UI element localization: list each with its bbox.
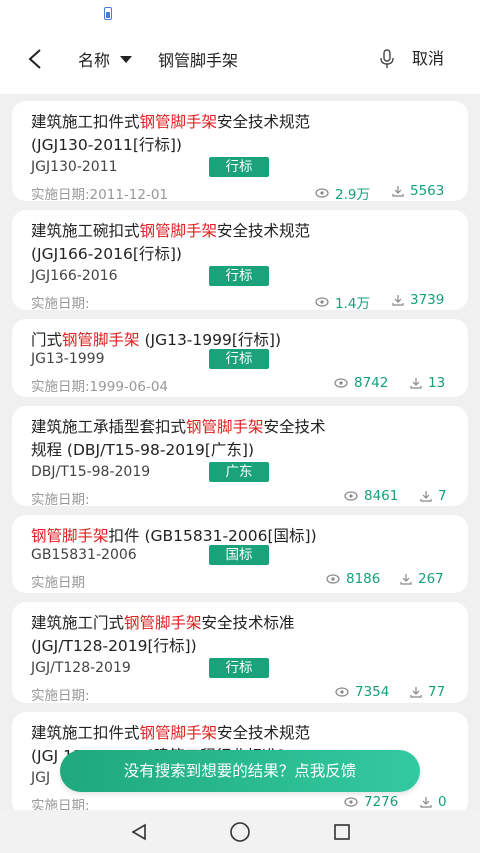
- chevron-left-icon: [28, 49, 41, 69]
- status-bar: [0, 0, 480, 28]
- download-icon: [420, 491, 432, 502]
- view-count: 7276: [344, 794, 398, 810]
- category-badge: 行标: [209, 658, 269, 678]
- download-count: 77: [410, 684, 445, 700]
- circle-home-icon: [230, 822, 250, 842]
- effective-date: 实施日期:: [31, 296, 90, 312]
- result-card[interactable]: 建筑施工门式钢管脚手架安全技术标准 (JGJ/T128-2019[行标]) JG…: [12, 602, 468, 704]
- view-count: 1.4万: [315, 292, 370, 312]
- result-card[interactable]: 门式钢管脚手架 (JG13-1999[行标]) JG13-1999 行标 实施日…: [12, 319, 468, 397]
- eye-icon: [344, 797, 358, 807]
- standard-code: JGJ130-2011: [31, 159, 118, 175]
- microphone-icon: [380, 49, 394, 68]
- standard-code: JGJ: [31, 770, 51, 786]
- result-title: 建筑施工扣件式钢管脚手架安全技术规范 (JGJ130-2011[行标]): [31, 113, 311, 154]
- voice-input-button[interactable]: [374, 45, 400, 73]
- category-badge: 行标: [209, 157, 269, 177]
- category-badge: 广东: [209, 462, 269, 482]
- standard-code: JGJ/T128-2019: [31, 660, 131, 676]
- download-icon: [400, 574, 412, 585]
- eye-icon: [326, 574, 340, 584]
- effective-date: 实施日期:: [31, 492, 90, 508]
- download-count: 267: [400, 571, 444, 587]
- eye-icon: [344, 491, 358, 501]
- category-badge: 国标: [209, 545, 269, 565]
- download-count: 0: [420, 794, 447, 810]
- download-icon: [410, 378, 422, 389]
- result-card[interactable]: 建筑施工碗扣式钢管脚手架安全技术规范 (JGJ166-2016[行标]) JGJ…: [12, 210, 468, 312]
- square-recents-icon: [334, 824, 350, 840]
- download-icon: [410, 687, 422, 698]
- download-icon: [392, 295, 404, 306]
- view-count: 7354: [335, 684, 389, 700]
- caret-down-icon: [120, 55, 133, 63]
- effective-date: 实施日期:1999-06-04: [31, 379, 169, 395]
- view-count: 2.9万: [315, 183, 370, 203]
- result-card[interactable]: 钢管脚手架扣件 (GB15831-2006[国标]) GB15831-2006 …: [12, 515, 468, 593]
- download-icon: [420, 797, 432, 808]
- nav-recents-button[interactable]: [330, 821, 354, 843]
- results-list[interactable]: 建筑施工扣件式钢管脚手架安全技术规范 (JGJ130-2011[行标]) JGJ…: [0, 94, 480, 810]
- search-field-label: 名称: [78, 51, 111, 70]
- nav-home-button[interactable]: [228, 821, 252, 843]
- system-nav-bar: [0, 810, 480, 853]
- eye-icon: [315, 188, 329, 198]
- download-count: 13: [410, 375, 445, 391]
- standard-code: JGJ166-2016: [31, 268, 118, 284]
- search-header: 名称 取消: [0, 28, 480, 94]
- category-badge: 行标: [209, 266, 269, 286]
- result-title: 建筑施工门式钢管脚手架安全技术标准 (JGJ/T128-2019[行标]): [31, 614, 295, 655]
- view-count: 8742: [334, 375, 388, 391]
- effective-date: 实施日期:2011-12-01: [31, 187, 169, 203]
- battery-icon: [104, 7, 112, 20]
- standard-code: DBJ/T15-98-2019: [31, 464, 151, 480]
- result-card[interactable]: 建筑施工承插型套扣式钢管脚手架安全技术 规程 (DBJ/T15-98-2019[…: [12, 406, 468, 508]
- back-button[interactable]: [18, 42, 52, 76]
- search-input[interactable]: [150, 44, 350, 74]
- download-count: 5563: [392, 183, 444, 199]
- standard-code: GB15831-2006: [31, 547, 137, 563]
- download-count: 7: [420, 488, 447, 504]
- effective-date: 实施日期:: [31, 688, 90, 704]
- view-count: 8461: [344, 488, 398, 504]
- result-card[interactable]: 建筑施工扣件式钢管脚手架安全技术规范 (JGJ130-2011[行标]) JGJ…: [12, 101, 468, 203]
- result-title: 建筑施工承插型套扣式钢管脚手架安全技术 规程 (DBJ/T15-98-2019[…: [31, 418, 326, 459]
- cancel-button[interactable]: 取消: [412, 45, 444, 73]
- triangle-back-icon: [131, 823, 146, 841]
- result-title: 建筑施工碗扣式钢管脚手架安全技术规范 (JGJ166-2016[行标]): [31, 222, 311, 263]
- feedback-button[interactable]: 没有搜索到想要的结果？点我反馈: [60, 750, 420, 792]
- view-count: 8186: [326, 571, 380, 587]
- eye-icon: [315, 297, 329, 307]
- category-badge: 行标: [209, 349, 269, 369]
- search-field-dropdown[interactable]: 名称: [78, 44, 133, 74]
- eye-icon: [335, 687, 349, 697]
- eye-icon: [334, 378, 348, 388]
- standard-code: JG13-1999: [31, 351, 105, 367]
- effective-date: 实施日期: [31, 575, 85, 591]
- download-count: 3739: [392, 292, 444, 308]
- download-icon: [392, 186, 404, 197]
- nav-back-button[interactable]: [127, 821, 151, 843]
- effective-date: 实施日期:: [31, 798, 90, 810]
